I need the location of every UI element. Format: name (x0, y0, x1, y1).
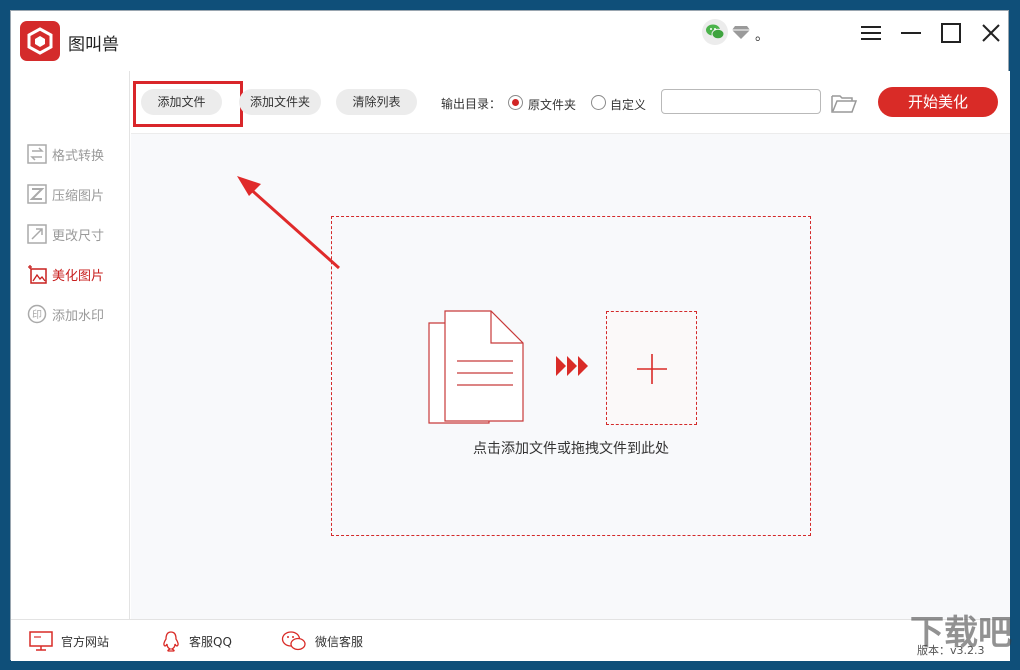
folder-open-icon (831, 95, 858, 113)
menu-button[interactable] (857, 19, 885, 47)
add-folder-button[interactable]: 添加文件夹 (239, 89, 321, 115)
qq-label: 客服QQ (189, 634, 232, 649)
custom-folder-radio[interactable] (591, 95, 606, 110)
documents-icon (428, 310, 524, 424)
monitor-icon (29, 631, 53, 651)
app-logo-icon (20, 21, 60, 61)
customer-qq-link[interactable]: 客服QQ (161, 629, 232, 653)
maximize-button[interactable] (937, 19, 965, 47)
qq-icon (163, 631, 179, 652)
sidebar-item-watermark[interactable]: 印 添加水印 (27, 303, 127, 325)
drop-hint-text: 点击添加文件或拖拽文件到此处 (473, 441, 669, 457)
original-folder-label[interactable]: 原文件夹 (528, 96, 576, 113)
start-beautify-button[interactable]: 开始美化 (878, 87, 998, 117)
menu-icon (861, 26, 881, 40)
sidebar-item-label: 压缩图片 (52, 188, 105, 204)
app-title: 图叫兽 (68, 35, 119, 55)
output-path-input[interactable] (661, 89, 821, 114)
browse-folder-button[interactable] (830, 92, 858, 114)
toolbar: 添加文件 添加文件夹 清除列表 输出目录： 原文件夹 自定义 开始美化 (131, 71, 1010, 133)
wechat-login-icon[interactable] (702, 19, 728, 45)
wechat-service-link[interactable]: 微信客服 (281, 629, 363, 653)
sidebar-item-label: 添加水印 (52, 308, 105, 324)
custom-folder-label[interactable]: 自定义 (610, 96, 646, 113)
triple-arrow-icon (556, 356, 588, 376)
beautify-icon (28, 265, 47, 284)
sidebar-item-beautify[interactable]: 美化图片 (27, 263, 127, 285)
drop-zone[interactable]: 点击添加文件或拖拽文件到此处 (331, 216, 811, 536)
resize-icon (27, 224, 47, 244)
title-bar: 图叫兽 。 (11, 11, 1008, 71)
minimize-button[interactable] (897, 19, 925, 47)
clear-list-button[interactable]: 清除列表 (336, 89, 417, 115)
sidebar-item-label: 更改尺寸 (52, 228, 105, 244)
wechat-icon (281, 631, 306, 651)
website-label: 官方网站 (61, 634, 110, 649)
status-bar: 官方网站 客服QQ 微信客服 版本：v3.2.3 (11, 619, 1010, 661)
maximize-icon (941, 23, 961, 43)
sidebar: 格式转换 压缩图片 更改尺寸 美化图片 印 添加水印 (11, 71, 130, 619)
file-list-area: 点击添加文件或拖拽文件到此处 (131, 133, 1010, 619)
minimize-icon (901, 32, 921, 34)
svg-text:下载吧: 下载吧 (910, 613, 1012, 653)
output-directory-label: 输出目录： (441, 97, 502, 111)
format-convert-icon (27, 144, 47, 164)
close-icon (982, 24, 1000, 42)
watermark-icon: 印 (27, 304, 47, 324)
plus-icon (637, 354, 667, 384)
site-watermark-logo-icon: 下载吧 (910, 613, 1012, 653)
sidebar-item-format-convert[interactable]: 格式转换 (27, 143, 127, 165)
app-window: 图叫兽 。 格式转换 压缩图片 更改尺寸 美化图片 印 添加水印 添加文件 添加… (10, 10, 1010, 661)
sidebar-item-label: 格式转换 (52, 148, 105, 164)
highlight-annotation-box (133, 81, 243, 127)
original-folder-radio[interactable] (508, 95, 523, 110)
vip-diamond-icon[interactable] (731, 23, 751, 41)
compress-icon (27, 184, 47, 204)
wechat-label: 微信客服 (315, 634, 364, 649)
svg-text:印: 印 (32, 309, 42, 321)
sidebar-item-resize[interactable]: 更改尺寸 (27, 223, 127, 245)
sidebar-item-compress[interactable]: 压缩图片 (27, 183, 127, 205)
close-button[interactable] (977, 19, 1005, 47)
sidebar-item-label: 美化图片 (52, 268, 105, 284)
add-placeholder-box[interactable] (606, 311, 697, 425)
official-website-link[interactable]: 官方网站 (29, 629, 109, 653)
user-status-text: 。 (755, 28, 769, 44)
